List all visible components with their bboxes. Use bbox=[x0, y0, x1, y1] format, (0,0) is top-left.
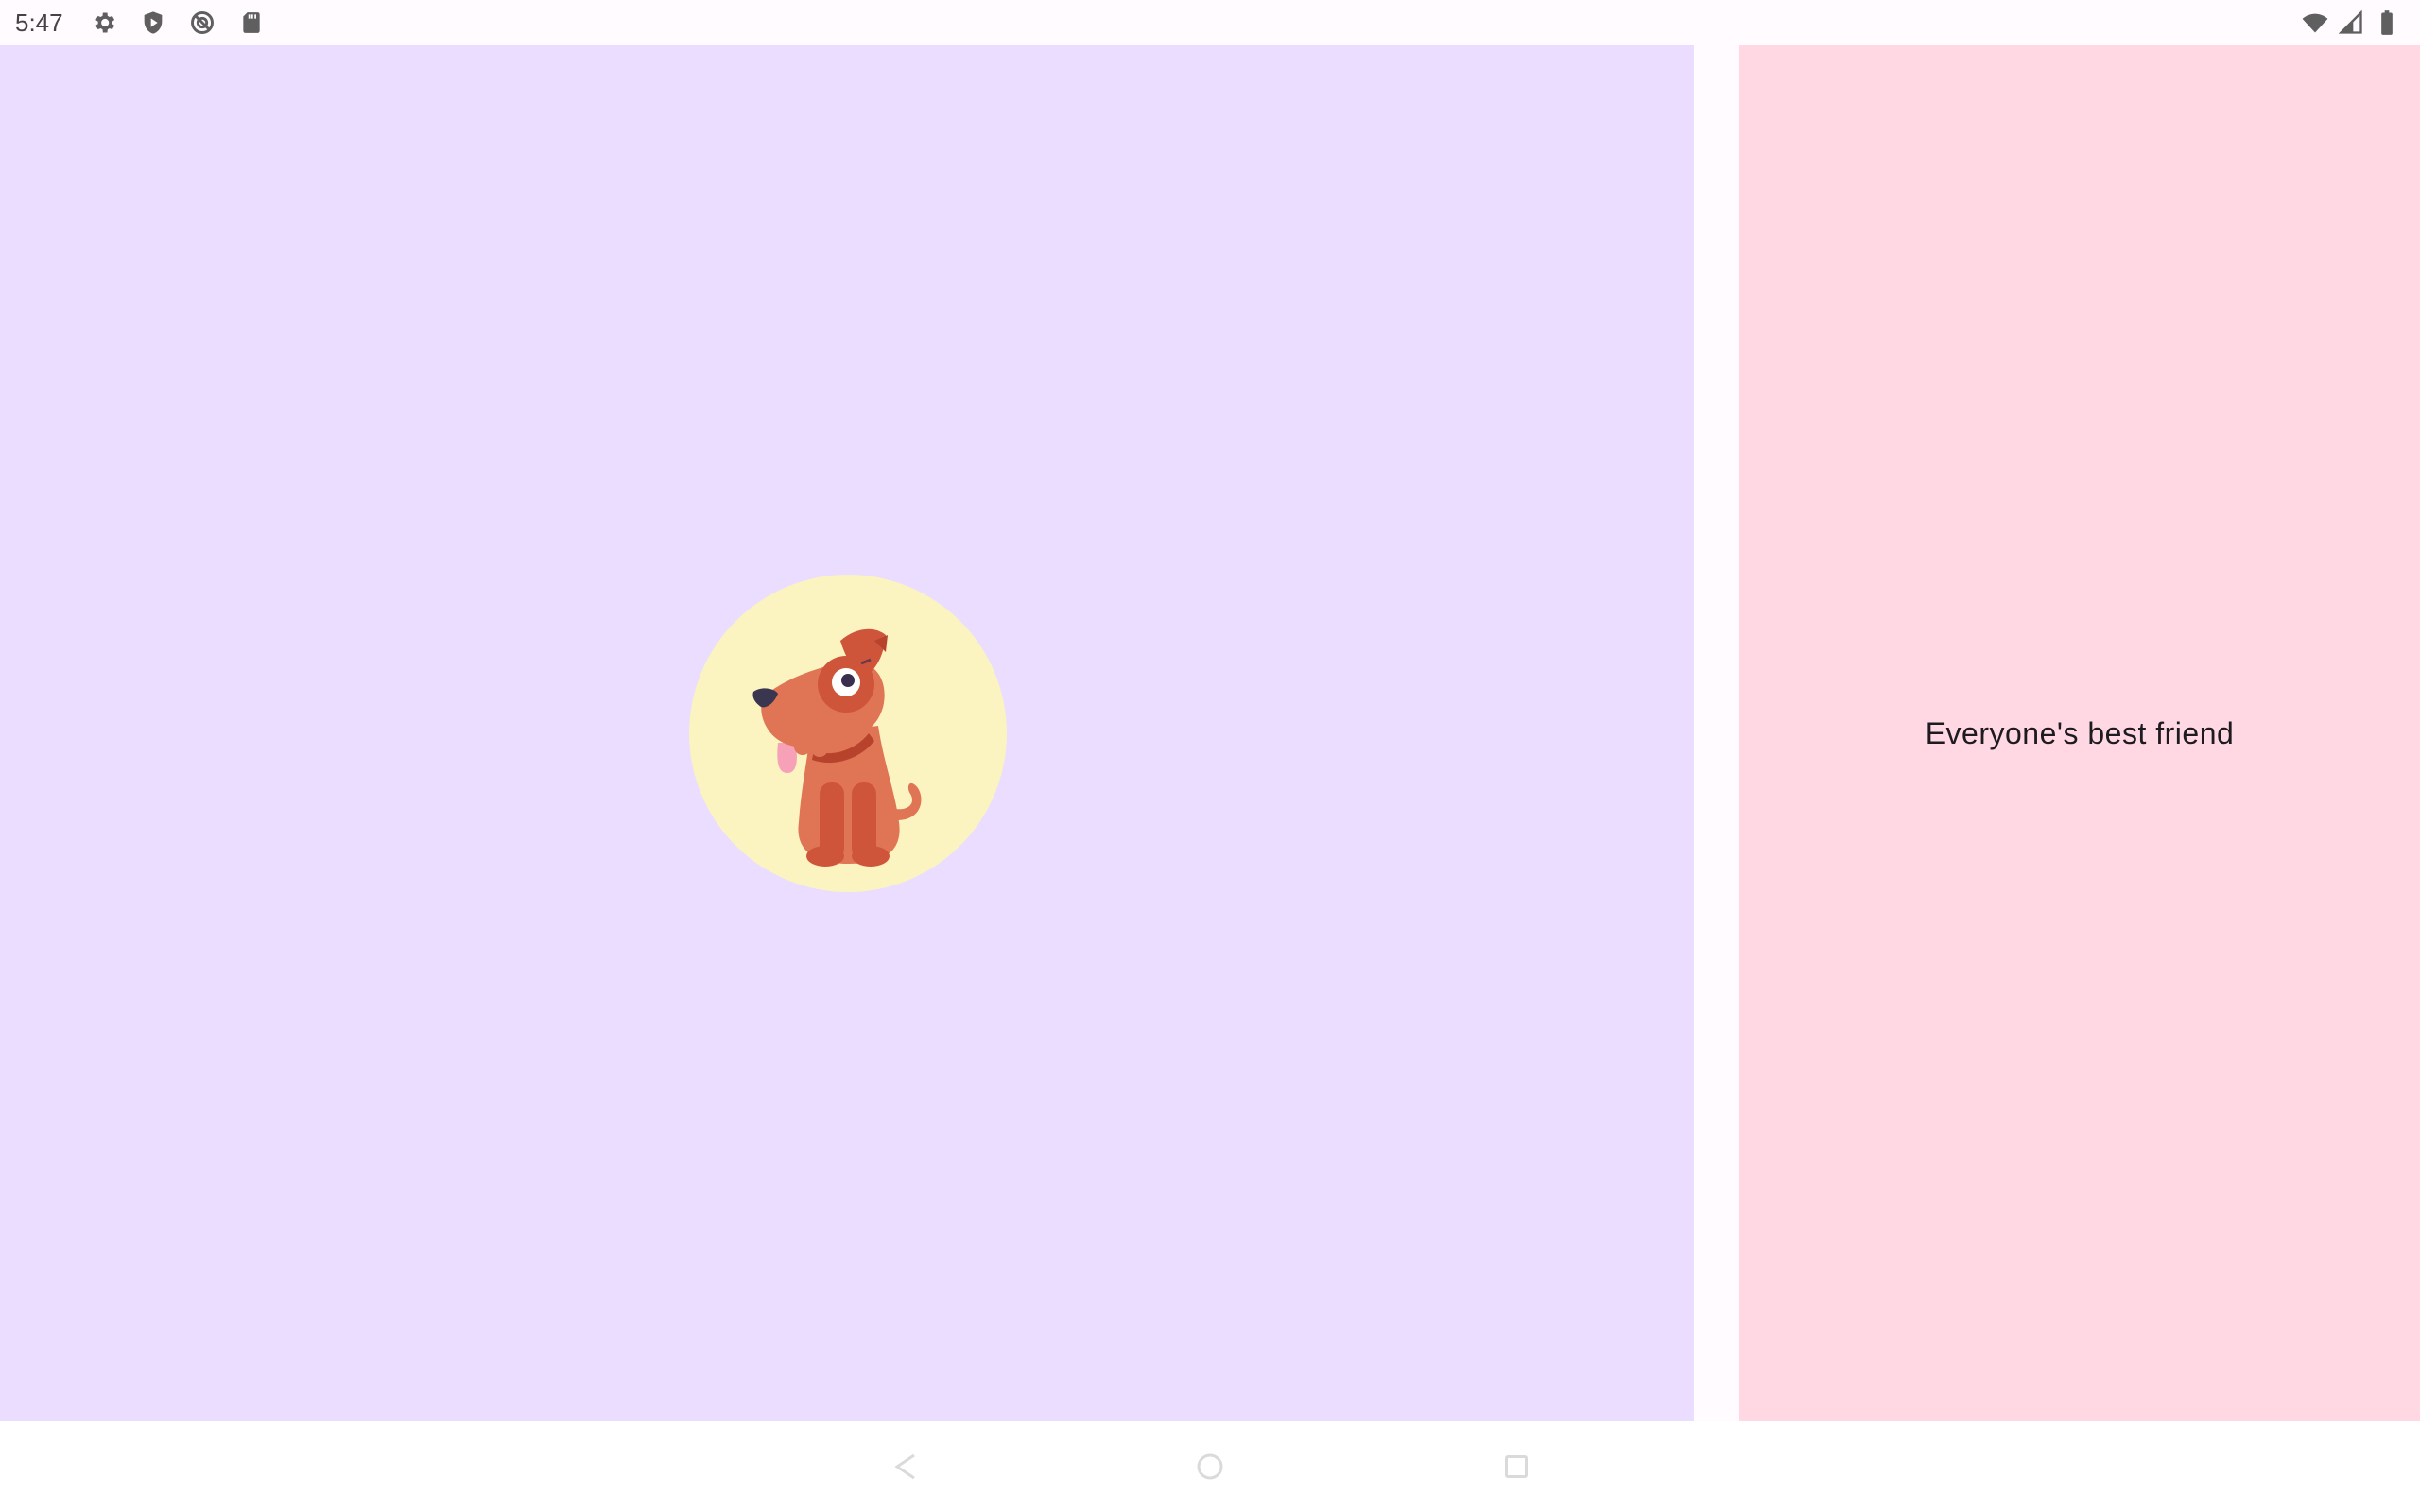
sd-card-icon bbox=[237, 9, 266, 37]
data-saver-icon bbox=[188, 9, 216, 37]
back-icon bbox=[894, 1453, 915, 1480]
wifi-icon bbox=[2301, 9, 2329, 37]
detail-pane: Everyone's best friend bbox=[1739, 45, 2420, 1421]
recents-button[interactable] bbox=[1497, 1448, 1535, 1486]
back-button[interactable] bbox=[887, 1448, 925, 1486]
home-button[interactable] bbox=[1191, 1448, 1229, 1486]
detail-text: Everyone's best friend bbox=[1925, 715, 2235, 750]
recents-icon bbox=[1505, 1455, 1528, 1478]
status-right bbox=[2301, 9, 2420, 37]
battery-icon bbox=[2373, 9, 2401, 37]
shield-play-icon bbox=[139, 9, 167, 37]
dog-illustration bbox=[752, 628, 922, 867]
status-left: 5:47 bbox=[0, 9, 266, 38]
cell-signal-icon bbox=[2337, 9, 2365, 37]
status-time: 5:47 bbox=[15, 8, 63, 37]
app-root: 5:47 Everyone's best friend bbox=[0, 0, 2420, 1512]
list-pane bbox=[0, 45, 1694, 1421]
settings-icon bbox=[90, 9, 118, 37]
home-icon bbox=[1197, 1453, 1223, 1480]
pet-avatar[interactable] bbox=[689, 575, 1007, 892]
status-bar: 5:47 bbox=[0, 0, 2420, 45]
